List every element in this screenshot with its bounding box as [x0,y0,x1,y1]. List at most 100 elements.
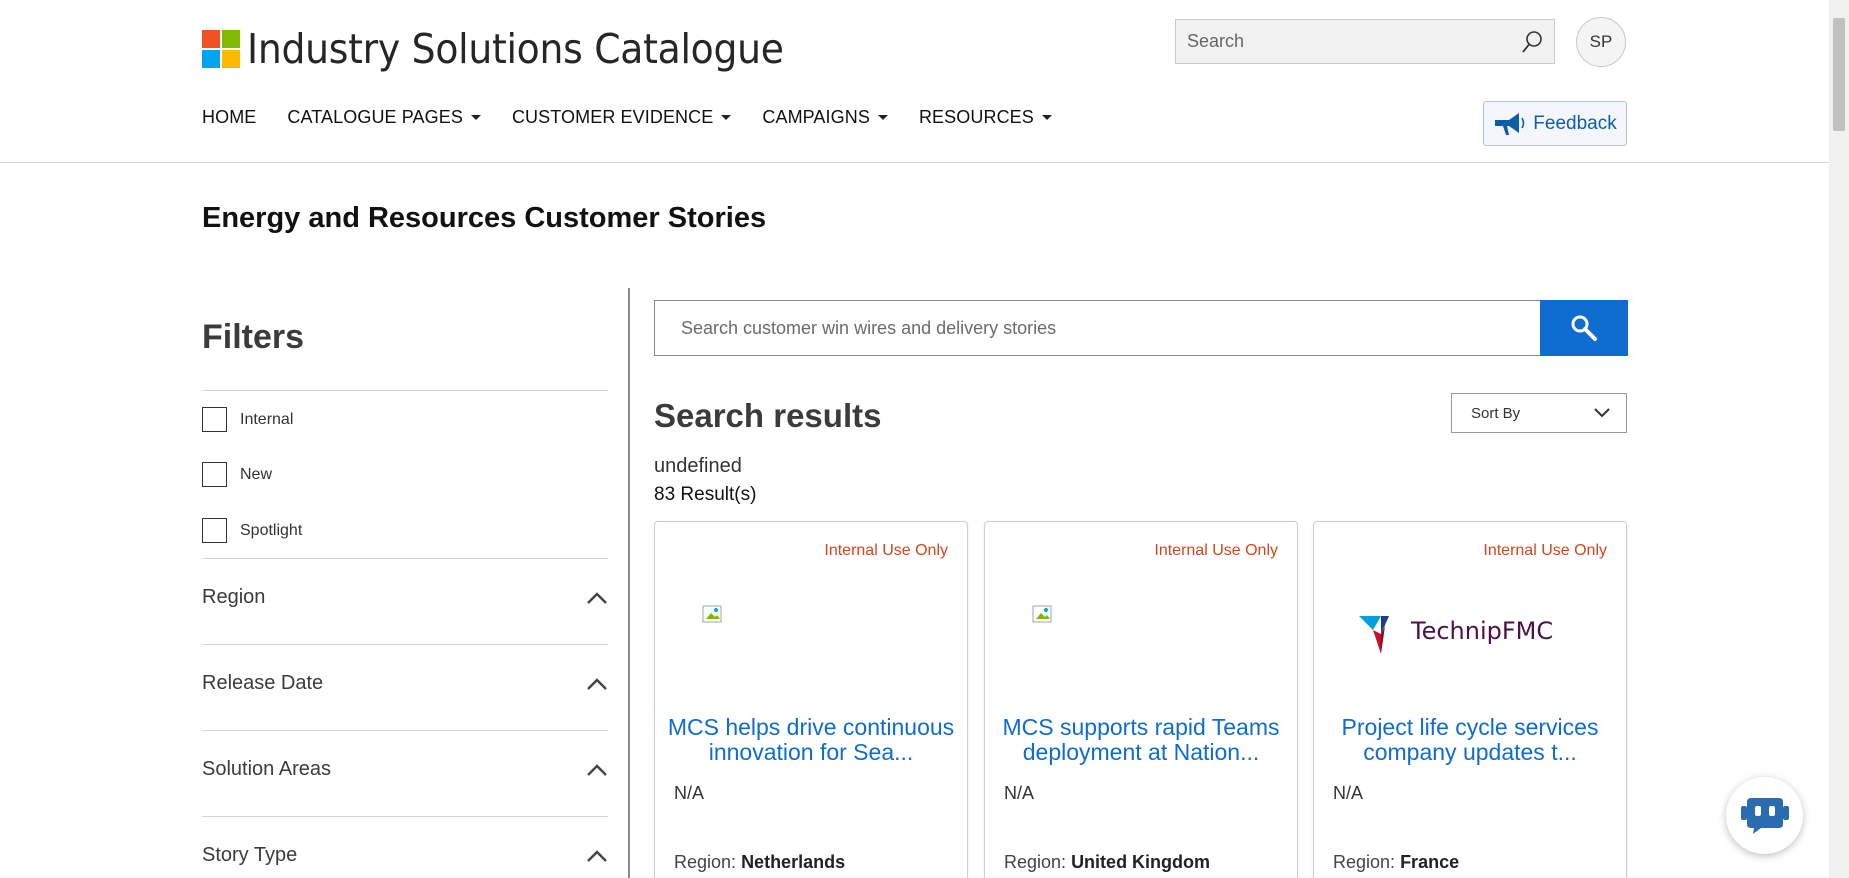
story-region: Region: France [1333,852,1459,873]
search-icon [1571,315,1597,341]
broken-image-icon [702,605,724,630]
divider [202,390,608,391]
divider [202,558,608,559]
nav-item-campaigns[interactable]: CAMPAIGNS [762,107,888,128]
chevron-up-icon [587,591,607,604]
filters-heading: Filters [202,318,305,356]
column-divider [628,288,630,878]
result-count: 83 Result(s) [654,484,757,505]
region-value: France [1400,852,1460,872]
story-card[interactable]: Internal Use Only MCS helps drive contin… [654,521,968,878]
checkbox[interactable] [202,407,227,432]
query-text: undefined [654,455,742,477]
internal-use-badge: Internal Use Only [1483,542,1607,559]
brand-logo[interactable]: Industry Solutions Catalogue [202,25,830,73]
nav-item-label: CUSTOMER EVIDENCE [511,107,714,127]
internal-use-badge: Internal Use Only [824,542,948,559]
feedback-button[interactable]: Feedback [1483,101,1627,146]
header-search-button[interactable] [1510,20,1554,63]
microsoft-logo-icon [202,30,240,68]
story-title-link[interactable]: Project life cycle services company upda… [1326,715,1614,765]
filter-checkbox-spotlight[interactable]: Spotlight [202,518,302,543]
chevron-up-icon [587,677,607,690]
story-title-line: innovation for Sea... [708,739,914,765]
caret-down-icon [877,115,888,120]
results-heading: Search results [654,397,882,434]
nav-item-label: CATALOGUE PAGES [287,107,463,127]
checkbox-label: New [240,465,273,483]
sort-by-dropdown[interactable]: Sort By [1451,393,1627,433]
story-title-link[interactable]: MCS supports rapid Teams deployment at N… [997,715,1285,765]
filter-checkbox-internal[interactable]: Internal [202,407,293,432]
megaphone-icon [1495,112,1525,135]
page-title: Energy and Resources Customer Stories [202,202,767,234]
story-title-line: company updates t... [1363,739,1577,765]
story-region: Region: United Kingdom [1004,852,1210,873]
caret-down-icon [470,115,481,120]
region-label: Region: [1004,852,1067,872]
checkbox-label: Internal [240,410,294,428]
region-label: Region: [674,852,737,872]
internal-use-badge: Internal Use Only [1154,542,1278,559]
story-card[interactable]: Internal Use Only TechnipFMC Project lif… [1313,521,1627,878]
caret-down-icon [1041,115,1052,120]
region-label: Region: [1333,852,1396,872]
chevron-up-icon [587,849,607,862]
story-title-line: deployment at Nation... [1022,739,1260,765]
main-nav: HOME CATALOGUE PAGES CUSTOMER EVIDENCE C… [202,107,1083,128]
technipfmc-logo: TechnipFMC [1359,610,1579,663]
story-summary: N/A [674,783,705,803]
divider [202,644,608,645]
site-title: Industry Solutions Catalogue [247,25,784,73]
chevron-down-icon [1594,408,1610,418]
nav-item-resources[interactable]: RESOURCES [919,107,1052,128]
nav-item-customer-evidence[interactable]: CUSTOMER EVIDENCE [511,107,732,128]
broken-image-icon [1032,605,1054,630]
story-card[interactable]: Internal Use Only MCS supports rapid Tea… [984,521,1298,878]
story-summary: N/A [1333,783,1364,803]
divider [202,730,608,731]
nav-item-home[interactable]: HOME [202,107,256,128]
stories-search-input[interactable] [654,300,1540,356]
filter-section-story-type[interactable]: Story Type [202,844,608,867]
filter-checkbox-new[interactable]: New [202,462,272,487]
region-value: Netherlands [741,852,846,872]
story-title-line: Project life cycle services [1341,714,1599,740]
story-region: Region: Netherlands [674,852,845,873]
nav-item-catalogue-pages[interactable]: CATALOGUE PAGES [287,107,481,128]
page-scrollbar[interactable] [1829,0,1849,878]
filter-section-label: Solution Areas [202,758,331,780]
header-search-input[interactable] [1176,20,1510,63]
caret-down-icon [721,115,732,120]
nav-item-label: HOME [202,107,257,127]
filter-section-solution-areas[interactable]: Solution Areas [202,758,608,781]
stories-search [654,300,1628,356]
robot-icon [1740,797,1789,834]
filter-section-region[interactable]: Region [202,586,608,609]
scrollbar-thumb[interactable] [1833,18,1845,131]
checkbox-label: Spotlight [240,521,303,539]
checkbox[interactable] [202,518,227,543]
feedback-label: Feedback [1533,112,1617,134]
chatbot-button[interactable] [1726,777,1803,854]
stories-search-button[interactable] [1540,300,1628,356]
region-value: United Kingdom [1071,852,1211,872]
filter-section-release-date[interactable]: Release Date [202,672,608,695]
svg-text:TechnipFMC: TechnipFMC [1410,617,1553,645]
header-search [1175,19,1555,64]
site-header: Industry Solutions Catalogue SP HOME CAT… [0,0,1829,163]
chevron-up-icon [587,763,607,776]
filter-section-label: Release Date [202,672,324,694]
sort-by-label: Sort By [1471,404,1521,422]
story-title-line: MCS supports rapid Teams [1002,714,1280,740]
story-title-line: MCS helps drive continuous [667,714,955,740]
user-avatar[interactable]: SP [1576,17,1626,67]
story-title-link[interactable]: MCS helps drive continuous innovation fo… [667,715,955,765]
filter-section-label: Story Type [202,844,298,866]
divider [202,816,608,817]
search-icon [1522,30,1542,53]
story-summary: N/A [1004,783,1035,803]
checkbox[interactable] [202,462,227,487]
nav-item-label: CAMPAIGNS [762,107,870,127]
nav-item-label: RESOURCES [918,107,1034,127]
